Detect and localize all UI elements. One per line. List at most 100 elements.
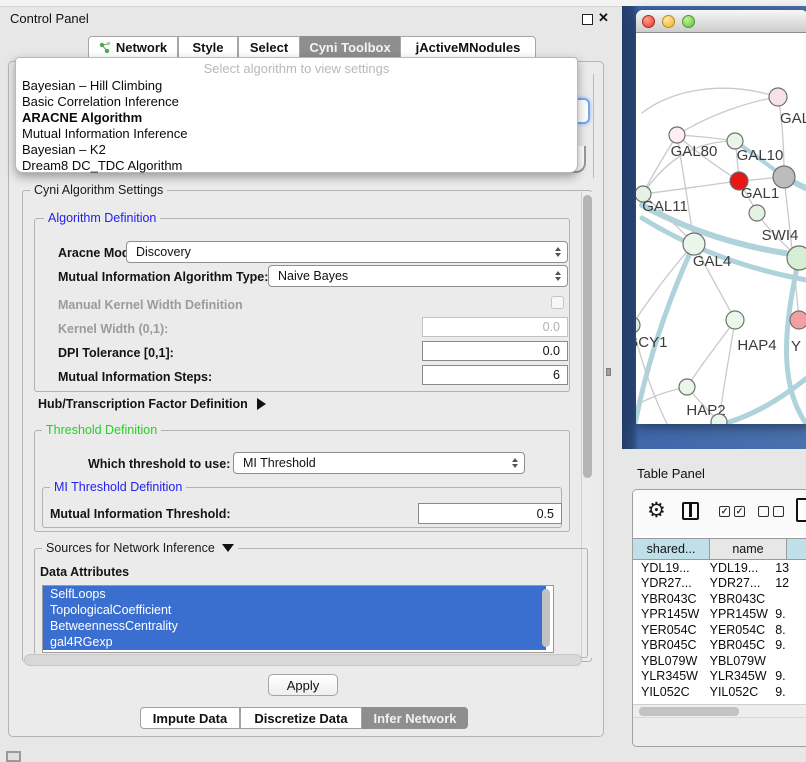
minimized-panel-icon[interactable]: [6, 751, 21, 762]
close-icon[interactable]: ✕: [598, 10, 609, 26]
table-row[interactable]: YBR045CYBR045C9.: [633, 638, 806, 654]
network-node-hap2[interactable]: [679, 379, 695, 395]
control-panel-title: Control Panel: [10, 11, 89, 26]
network-node[interactable]: [711, 414, 727, 424]
network-edge[interactable]: [677, 135, 735, 141]
column-layout-icon[interactable]: [682, 502, 699, 520]
cyni-settings-title: Cyni Algorithm Settings: [30, 183, 167, 197]
which-threshold-combobox[interactable]: MI Threshold: [233, 452, 525, 474]
which-threshold-value: MI Threshold: [243, 456, 316, 470]
mi-type-combobox[interactable]: Naive Bayes: [268, 265, 568, 287]
horizontal-scrollbar[interactable]: [24, 654, 582, 666]
attribute-item-topologicalcoefficient[interactable]: TopologicalCoefficient: [43, 602, 546, 618]
table-row[interactable]: YER054CYER054C8.: [633, 622, 806, 638]
table-row[interactable]: YDL19...YDL19...13: [633, 560, 806, 576]
tab-jactivemnodules[interactable]: jActiveMNodules: [400, 36, 536, 58]
mi-steps-field[interactable]: 6: [422, 365, 568, 385]
column-header-2[interactable]: [786, 538, 806, 560]
network-node[interactable]: [787, 246, 806, 270]
table-scrollbar-thumb[interactable]: [639, 707, 739, 716]
table-cell: YBL079W: [702, 654, 771, 668]
algorithm-item-mutual-information-inference[interactable]: Mutual Information Inference: [22, 126, 187, 142]
splitter-handle[interactable]: [606, 368, 611, 376]
document-icon[interactable]: [796, 498, 806, 522]
network-node-y[interactable]: [790, 311, 806, 329]
select-all-checkboxes-icon[interactable]: ✓✓: [719, 506, 745, 517]
table-row[interactable]: YIL052CYIL052C9.: [633, 684, 806, 700]
sources-title-row[interactable]: Sources for Network Inference: [42, 541, 238, 555]
minimize-traffic-light-icon[interactable]: [662, 15, 675, 28]
network-edge[interactable]: [687, 320, 735, 387]
collapse-arrow-icon[interactable]: [222, 544, 234, 552]
network-node-gal80[interactable]: [669, 127, 685, 143]
bottom-tab-infer-network[interactable]: Infer Network: [362, 707, 468, 729]
algorithm-item-basic-correlation-inference[interactable]: Basic Correlation Inference: [22, 94, 179, 110]
algorithm-item-bayesian-hill-climbing[interactable]: Bayesian – Hill Climbing: [22, 78, 162, 94]
settings-scrollbar-thumb[interactable]: [583, 195, 592, 478]
apply-button[interactable]: Apply: [268, 674, 338, 696]
network-canvas[interactable]: GAL80GAL10GAL1GAL11GAL4SWI4GCY1HAP4YHAP2…: [636, 33, 806, 424]
network-edge[interactable]: [677, 97, 778, 135]
table-row[interactable]: YPR145WYPR145W9.: [633, 607, 806, 623]
bottom-tab-impute-data[interactable]: Impute Data: [140, 707, 240, 729]
table-cell: 9.: [770, 669, 806, 683]
attribute-item-betweennesscentrality[interactable]: BetweennessCentrality: [43, 618, 546, 634]
bottom-tab-discretize-data[interactable]: Discretize Data: [240, 707, 362, 729]
table-cell: YDL19...: [633, 561, 702, 575]
tab-network[interactable]: Network: [88, 36, 178, 58]
network-window-titlebar[interactable]: [636, 10, 806, 33]
hub-definition-row[interactable]: Hub/Transcription Factor Definition: [38, 397, 266, 411]
network-node-gal4[interactable]: [683, 233, 705, 255]
table-row[interactable]: YBL079WYBL079W: [633, 653, 806, 669]
network-node-hap4[interactable]: [726, 311, 744, 329]
network-node-gcy1[interactable]: [636, 317, 640, 333]
tab-label: Network: [116, 40, 167, 55]
gear-icon[interactable]: ⚙: [647, 498, 666, 523]
algorithm-item-aracne-algorithm[interactable]: ARACNE Algorithm: [22, 110, 142, 126]
manual-kernel-checkbox[interactable]: [551, 296, 564, 309]
node-label: GAL11: [642, 198, 688, 215]
float-panel-icon[interactable]: [582, 14, 593, 25]
spinner-arrows-icon: [512, 458, 518, 468]
tab-cyni-toolbox[interactable]: Cyni Toolbox: [300, 36, 400, 58]
dpi-tolerance-field[interactable]: 0.0: [422, 341, 568, 361]
node-label: GCY1: [636, 334, 667, 351]
table-row[interactable]: YBR043CYBR043C: [633, 591, 806, 607]
data-attributes-list[interactable]: SelfLoopsTopologicalCoefficientBetweenne…: [42, 585, 554, 653]
expand-arrow-icon[interactable]: [257, 398, 266, 410]
sources-title: Sources for Network Inference: [46, 541, 215, 555]
table-cell: YPR145W: [633, 607, 702, 621]
mi-threshold-field[interactable]: 0.5: [418, 503, 562, 524]
tab-style[interactable]: Style: [178, 36, 238, 58]
attribute-item-gal4rgexp[interactable]: gal4RGexp: [43, 634, 546, 650]
column-header-name[interactable]: name: [709, 538, 787, 560]
hidden-groupbox-border: [593, 74, 594, 178]
node-label: GAL1: [741, 185, 779, 202]
mi-steps-label: Mutual Information Steps:: [58, 370, 212, 384]
table-row[interactable]: YLR345WYLR345W9.: [633, 669, 806, 685]
attribute-item-selfloops[interactable]: SelfLoops: [43, 586, 546, 602]
network-node[interactable]: [769, 88, 787, 106]
algorithm-item-bayesian-k2[interactable]: Bayesian – K2: [22, 142, 106, 158]
network-edge[interactable]: [643, 181, 739, 194]
table-cell: YIL052C: [702, 685, 771, 699]
tab-select[interactable]: Select: [238, 36, 300, 58]
table-horizontal-scrollbar[interactable]: [633, 704, 806, 717]
table-cell: 12: [770, 576, 806, 590]
kernel-width-field[interactable]: 0.0: [422, 317, 568, 337]
table-cell: YIL052C: [633, 685, 702, 699]
node-label-partial: GAL: [780, 110, 806, 127]
close-traffic-light-icon[interactable]: [642, 15, 655, 28]
algorithm-item-dream8-dc-tdc-algorithm[interactable]: Dream8 DC_TDC Algorithm: [22, 158, 182, 174]
table-row[interactable]: YDR27...YDR27...12: [633, 576, 806, 592]
table-footer: [633, 717, 806, 747]
network-edge[interactable]: [778, 97, 784, 177]
deselect-all-checkboxes-icon[interactable]: [758, 506, 784, 517]
network-node[interactable]: [773, 166, 795, 188]
column-header-shared-[interactable]: shared...: [632, 538, 710, 560]
network-node-swi4[interactable]: [749, 205, 765, 221]
attributes-scrollbar-thumb[interactable]: [542, 589, 550, 647]
aracne-mode-combobox[interactable]: Discovery: [126, 241, 568, 263]
node-label: Y: [791, 338, 801, 355]
zoom-traffic-light-icon[interactable]: [682, 15, 695, 28]
